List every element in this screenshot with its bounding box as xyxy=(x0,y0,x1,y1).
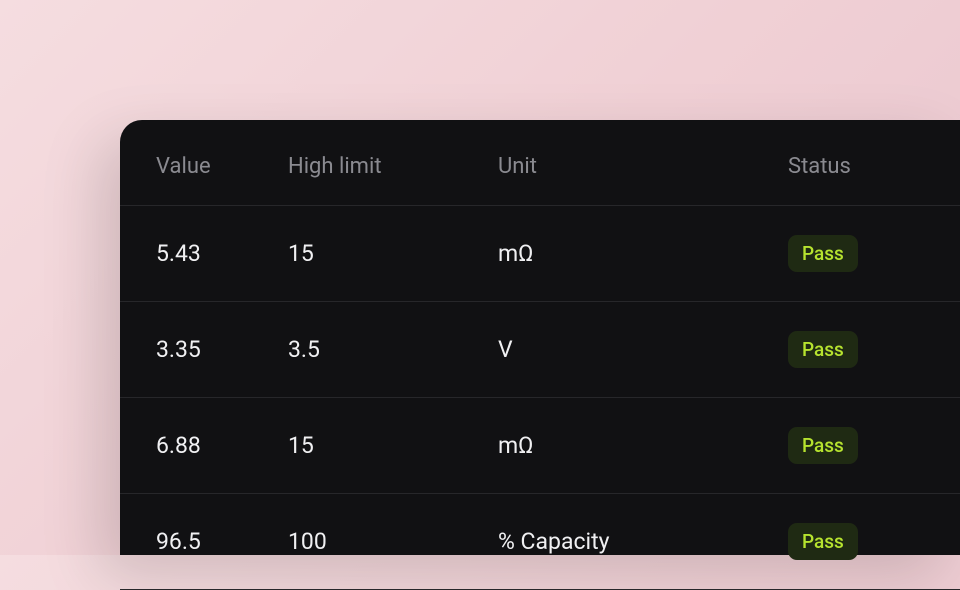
cell-unit: V xyxy=(498,302,788,398)
header-unit: Unit xyxy=(498,132,788,206)
cell-value: 96.5 xyxy=(120,494,288,590)
measurements-table: Value High limit Unit Status 5.43 15 mΩ … xyxy=(120,132,960,590)
header-high-limit: High limit xyxy=(288,132,498,206)
data-panel: Value High limit Unit Status 5.43 15 mΩ … xyxy=(120,120,960,555)
table-header-row: Value High limit Unit Status xyxy=(120,132,960,206)
cell-status: Pass xyxy=(788,302,960,398)
table-row: 5.43 15 mΩ Pass xyxy=(120,206,960,302)
cell-high-limit: 3.5 xyxy=(288,302,498,398)
header-value: Value xyxy=(120,132,288,206)
cell-value: 3.35 xyxy=(120,302,288,398)
cell-unit: % Capacity xyxy=(498,494,788,590)
status-badge: Pass xyxy=(788,331,858,368)
status-badge: Pass xyxy=(788,235,858,272)
cell-status: Pass xyxy=(788,494,960,590)
cell-high-limit: 100 xyxy=(288,494,498,590)
table-row: 6.88 15 mΩ Pass xyxy=(120,398,960,494)
cell-value: 5.43 xyxy=(120,206,288,302)
status-badge: Pass xyxy=(788,523,858,560)
cell-status: Pass xyxy=(788,398,960,494)
header-status: Status xyxy=(788,132,960,206)
cell-high-limit: 15 xyxy=(288,398,498,494)
cell-unit: mΩ xyxy=(498,398,788,494)
table-row: 3.35 3.5 V Pass xyxy=(120,302,960,398)
cell-status: Pass xyxy=(788,206,960,302)
cell-unit: mΩ xyxy=(498,206,788,302)
cell-value: 6.88 xyxy=(120,398,288,494)
table-row: 96.5 100 % Capacity Pass xyxy=(120,494,960,590)
status-badge: Pass xyxy=(788,427,858,464)
cell-high-limit: 15 xyxy=(288,206,498,302)
